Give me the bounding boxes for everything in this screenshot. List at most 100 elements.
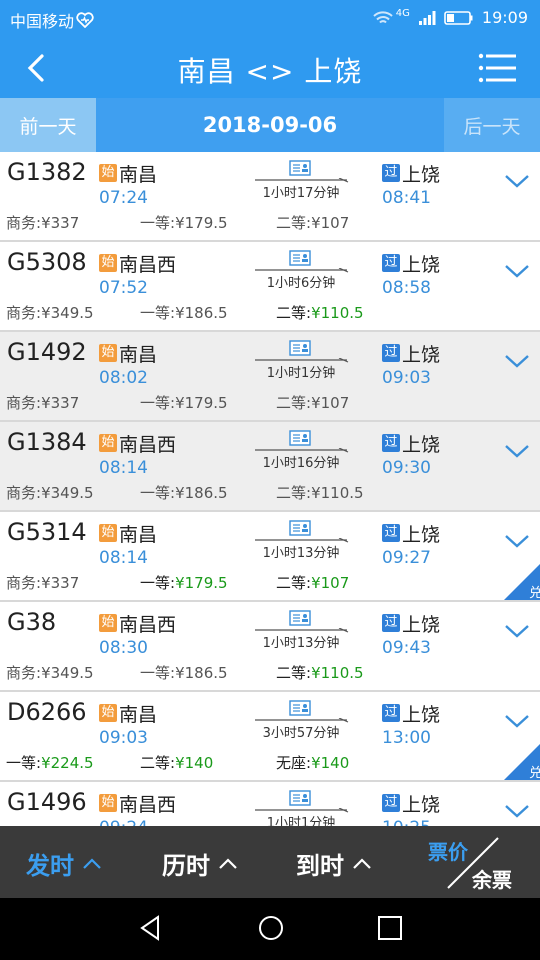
travel-duration: 1小时13分钟 xyxy=(262,636,340,651)
ticket-icon xyxy=(289,340,311,356)
seat-price: 二等:¥107 xyxy=(276,572,349,593)
travel-duration: 1小时6分钟 xyxy=(266,276,336,291)
seat-price: 商务:¥349.5 xyxy=(6,662,94,683)
train-row[interactable]: G5314 始南昌 08:14 1小时13分钟过上饶 09:27 商务:¥337 一等:¥1… xyxy=(0,512,540,602)
train-row[interactable]: G1492 始南昌 08:02 1小时1分钟 过上饶 09:03 商务:¥337 一等:¥17… xyxy=(0,332,540,422)
price-seats-toggle[interactable]: 票价 余票 xyxy=(424,832,524,892)
seat-price: 一等:¥179.5 xyxy=(140,392,228,413)
train-row[interactable]: G1382 始南昌 07:24 1小时17分钟过上饶 08:41 商务:¥337 一等:¥1… xyxy=(0,152,540,242)
exchange-label: 兑 xyxy=(529,766,540,780)
origin-badge: 始 xyxy=(99,614,117,632)
passing-badge: 过 xyxy=(382,254,400,272)
sort-arrival-button[interactable]: 到时 xyxy=(296,846,372,881)
seat-price: 二等:¥107 xyxy=(276,212,349,233)
seat-price: 一等:¥186.5 xyxy=(140,662,228,683)
seat-price: 一等:¥186.5 xyxy=(140,302,228,323)
nav-home-icon[interactable] xyxy=(257,914,285,942)
seat-price-value: ¥110.5 xyxy=(311,304,364,322)
chevron-down-icon[interactable] xyxy=(503,442,531,460)
carrier-name: 中国移动 xyxy=(10,12,75,31)
seat-price-value: ¥107 xyxy=(311,214,350,232)
nav-back-icon[interactable] xyxy=(136,914,164,942)
seat-price-value: ¥179.5 xyxy=(175,394,228,412)
status-bar: 中国移动 4G 19:09 xyxy=(0,0,540,36)
status-right: 4G 19:09 xyxy=(372,8,528,27)
chevron-down-icon[interactable] xyxy=(503,352,531,370)
train-number: G38 xyxy=(7,608,57,636)
train-row[interactable]: G1496 始南昌西 09:24 1小时1分钟 过上饶 10:25 xyxy=(0,782,540,826)
arrival-time: 13:00 xyxy=(382,728,431,748)
seat-class-label: 一等: xyxy=(140,214,176,232)
train-number: G1496 xyxy=(7,788,87,816)
seat-class-label: 一等: xyxy=(140,574,176,592)
chevron-down-icon[interactable] xyxy=(503,622,531,640)
train-list[interactable]: G1382 始南昌 07:24 1小时17分钟过上饶 08:41 商务:¥337 一等:¥1… xyxy=(0,152,540,826)
prev-day-button[interactable]: 前一天 xyxy=(0,98,96,152)
travel-duration: 3小时57分钟 xyxy=(262,726,340,741)
seat-class-label: 商务: xyxy=(6,214,42,232)
arrival-station: 上饶 xyxy=(402,344,441,366)
title-bar: 南昌 <> 上饶 xyxy=(0,36,540,98)
arrival-station: 上饶 xyxy=(402,614,441,636)
current-date[interactable]: 2018-09-06 xyxy=(96,98,444,152)
system-nav-bar xyxy=(0,898,540,960)
seat-class-label: 商务: xyxy=(6,394,42,412)
chevron-down-icon[interactable] xyxy=(503,532,531,550)
origin-badge: 始 xyxy=(99,344,117,362)
departure-station: 南昌西 xyxy=(119,434,177,456)
seat-price-value: ¥140 xyxy=(175,754,214,772)
passing-badge: 过 xyxy=(382,434,400,452)
departure-station: 南昌 xyxy=(119,344,158,366)
departure-time: 08:30 xyxy=(99,638,148,658)
train-row[interactable]: D6266 始南昌 09:03 3小时57分钟 过上饶 13:00 一等:¥224.5 二等:… xyxy=(0,692,540,782)
seat-class-label: 商务: xyxy=(6,304,42,322)
chevron-up-icon xyxy=(219,857,237,869)
arrival-time: 09:03 xyxy=(382,368,431,388)
ticket-icon xyxy=(289,610,311,626)
nav-recent-apps-icon[interactable] xyxy=(377,915,403,941)
seat-class-label: 二等: xyxy=(276,574,312,592)
sort-arrival-label: 到时 xyxy=(296,852,344,880)
next-day-button[interactable]: 后一天 xyxy=(444,98,540,152)
passing-badge: 过 xyxy=(382,614,400,632)
chevron-down-icon[interactable] xyxy=(503,802,531,820)
seat-class-label: 一等: xyxy=(6,754,42,772)
battery-icon xyxy=(444,10,473,25)
origin-badge: 始 xyxy=(99,164,117,182)
departure-station: 南昌 xyxy=(119,704,158,726)
seat-price-value: ¥337 xyxy=(41,214,80,232)
seat-class-label: 一等: xyxy=(140,394,176,412)
departure-time: 09:03 xyxy=(99,728,148,748)
passing-badge: 过 xyxy=(382,164,400,182)
seat-price: 商务:¥349.5 xyxy=(6,302,94,323)
menu-button[interactable] xyxy=(478,52,518,84)
seat-class-label: 一等: xyxy=(140,664,176,682)
seat-price-value: ¥179.5 xyxy=(175,574,228,592)
seat-class-label: 商务: xyxy=(6,664,42,682)
chevron-down-icon[interactable] xyxy=(503,172,531,190)
seat-price: 一等:¥186.5 xyxy=(140,482,228,503)
train-row[interactable]: G5308 始南昌西 07:52 1小时6分钟 过上饶 08:58 商务:¥349.5 一等:… xyxy=(0,242,540,332)
sort-departure-label: 发时 xyxy=(26,852,74,880)
ticket-icon xyxy=(289,250,311,266)
arrival-time: 08:58 xyxy=(382,278,431,298)
origin-badge: 始 xyxy=(99,794,117,812)
sort-duration-button[interactable]: 历时 xyxy=(162,846,238,881)
origin-badge: 始 xyxy=(99,524,117,542)
ticket-icon xyxy=(289,700,311,716)
sort-departure-button[interactable]: 发时 xyxy=(26,846,102,881)
travel-duration: 1小时1分钟 xyxy=(266,816,336,826)
train-row[interactable]: G1384 始南昌西 08:14 1小时16分钟 过上饶 09:30 商务:¥349.5 一等… xyxy=(0,422,540,512)
arrival-station: 上饶 xyxy=(402,164,441,186)
chevron-down-icon[interactable] xyxy=(503,262,531,280)
chevron-down-icon[interactable] xyxy=(503,712,531,730)
arrival-time: 09:30 xyxy=(382,458,431,478)
seat-class-label: 商务: xyxy=(6,484,42,502)
arrival-time: 10:25 xyxy=(382,818,431,826)
arrival-station: 上饶 xyxy=(402,434,441,456)
train-row[interactable]: G38 始南昌西 08:30 1小时13分钟过上饶 09:43 商务:¥349.5 一等:¥… xyxy=(0,602,540,692)
seat-price-value: ¥186.5 xyxy=(175,664,228,682)
seat-price: 二等:¥140 xyxy=(140,752,213,773)
departure-time: 09:24 xyxy=(99,818,148,826)
seat-price-value: ¥186.5 xyxy=(175,304,228,322)
